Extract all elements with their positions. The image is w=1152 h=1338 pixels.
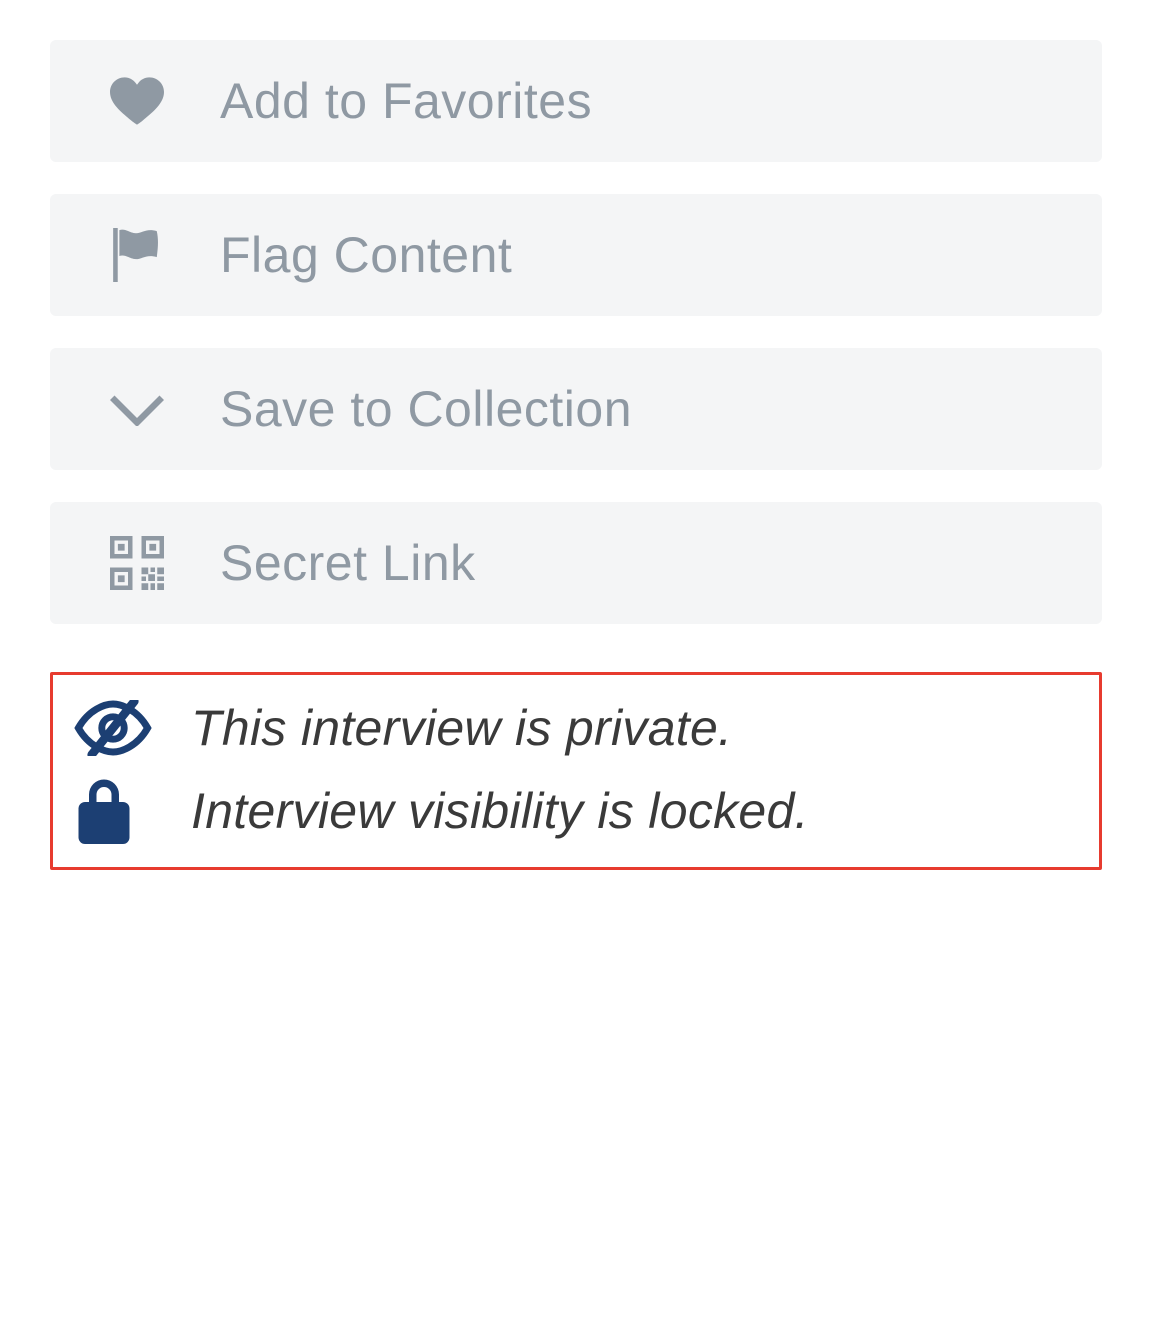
private-status-text: This interview is private. (191, 699, 732, 757)
lock-icon (73, 775, 163, 847)
flag-icon (110, 228, 180, 282)
eye-slash-icon (73, 700, 163, 756)
flag-label: Flag Content (220, 226, 512, 284)
collection-label: Save to Collection (220, 380, 632, 438)
heart-icon (110, 77, 180, 125)
secret-link-label: Secret Link (220, 534, 476, 592)
visibility-status-box: This interview is private. Interview vis… (50, 672, 1102, 870)
qrcode-icon (110, 536, 180, 590)
save-to-collection-button[interactable]: Save to Collection (50, 348, 1102, 470)
add-to-favorites-button[interactable]: Add to Favorites (50, 40, 1102, 162)
favorites-label: Add to Favorites (220, 72, 592, 130)
flag-content-button[interactable]: Flag Content (50, 194, 1102, 316)
chevron-down-icon (110, 392, 180, 426)
private-status-row: This interview is private. (73, 699, 1079, 757)
secret-link-button[interactable]: Secret Link (50, 502, 1102, 624)
locked-status-row: Interview visibility is locked. (73, 775, 1079, 847)
locked-status-text: Interview visibility is locked. (191, 782, 809, 840)
